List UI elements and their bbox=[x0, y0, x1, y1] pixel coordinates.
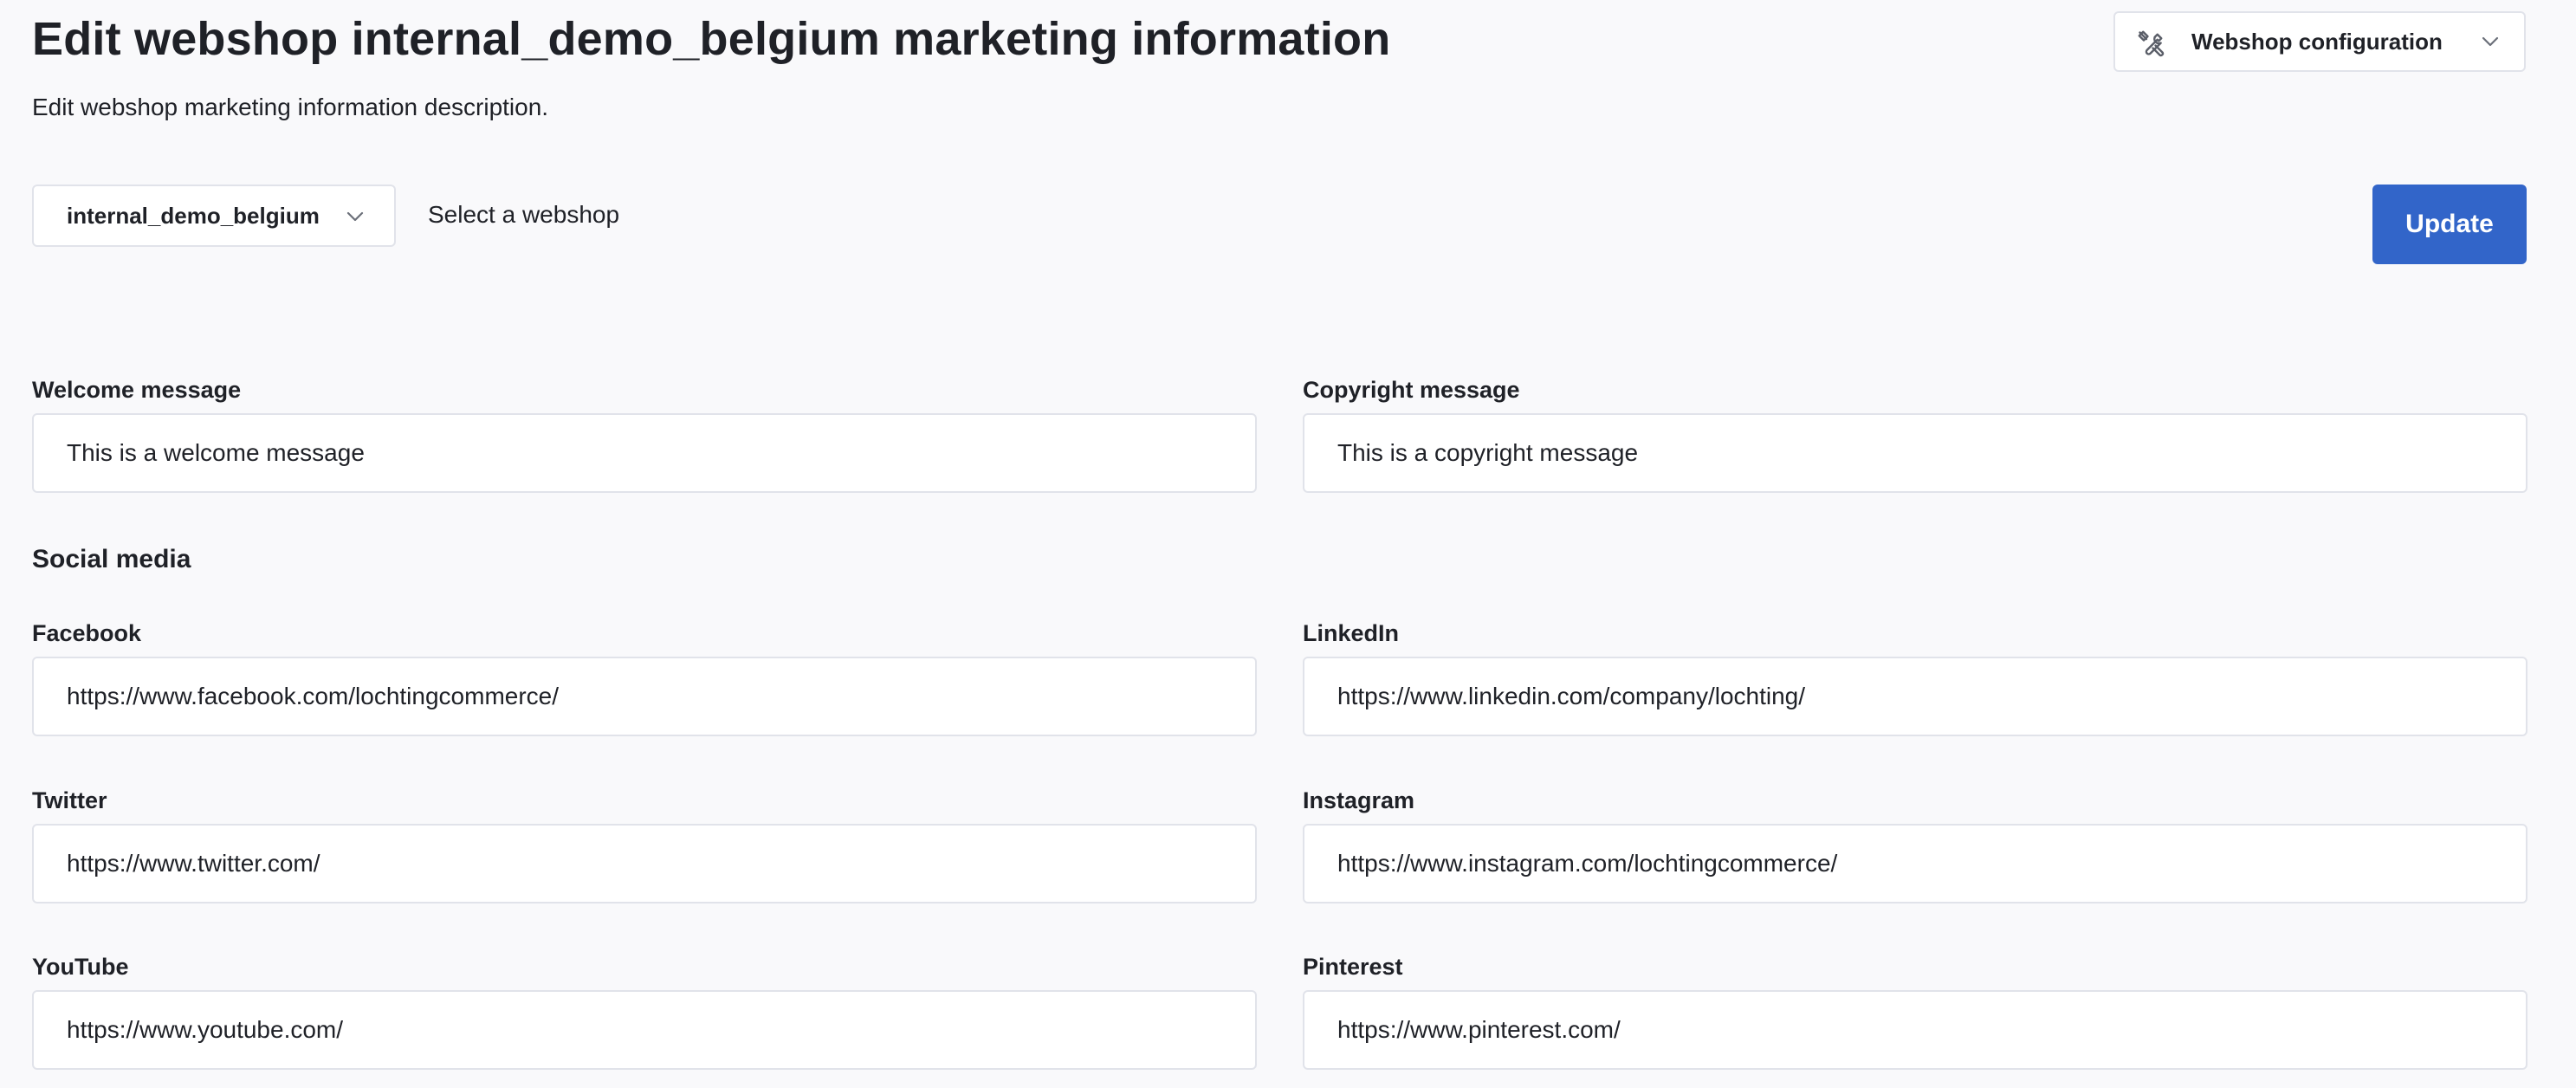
linkedin-label: LinkedIn bbox=[1303, 620, 1400, 646]
pinterest-input[interactable] bbox=[1303, 990, 2527, 1070]
copyright-message-label: Copyright message bbox=[1303, 377, 1520, 403]
instagram-label: Instagram bbox=[1303, 787, 1415, 813]
twitter-input[interactable] bbox=[32, 824, 1257, 903]
page-subtitle: Edit webshop marketing information descr… bbox=[32, 94, 549, 120]
pinterest-label: Pinterest bbox=[1303, 954, 1403, 980]
tools-icon bbox=[2138, 30, 2165, 57]
facebook-label: Facebook bbox=[32, 620, 142, 646]
chevron-down-icon bbox=[2482, 36, 2499, 47]
youtube-label: YouTube bbox=[32, 954, 129, 980]
linkedin-input[interactable] bbox=[1303, 657, 2527, 736]
webshop-select-value: internal_demo_belgium bbox=[67, 203, 320, 229]
social-media-heading: Social media bbox=[32, 545, 191, 573]
instagram-input[interactable] bbox=[1303, 824, 2527, 903]
webshop-select-hint: Select a webshop bbox=[428, 201, 620, 228]
webshop-select[interactable]: internal_demo_belgium bbox=[32, 185, 396, 247]
webshop-configuration-label: Webshop configuration bbox=[2191, 29, 2443, 55]
copyright-message-input[interactable] bbox=[1303, 413, 2527, 493]
facebook-input[interactable] bbox=[32, 657, 1257, 736]
update-button[interactable]: Update bbox=[2372, 185, 2527, 264]
webshop-configuration-dropdown[interactable]: Webshop configuration bbox=[2113, 11, 2526, 72]
chevron-down-icon bbox=[346, 211, 364, 222]
youtube-input[interactable] bbox=[32, 990, 1257, 1070]
welcome-message-label: Welcome message bbox=[32, 377, 242, 403]
welcome-message-input[interactable] bbox=[32, 413, 1257, 493]
page-title: Edit webshop internal_demo_belgium marke… bbox=[32, 13, 1391, 65]
twitter-label: Twitter bbox=[32, 787, 107, 813]
